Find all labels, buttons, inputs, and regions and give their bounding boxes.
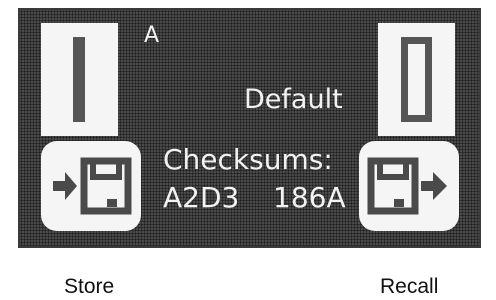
slot-digit-zero-glyph [401,37,432,122]
lcd-display: 1 A 0 Default Checksums: A2D3 186A [18,8,481,248]
default-slot-number-value: 0 [18,8,19,9]
slot-letter: A [144,23,160,48]
checksums-heading: Checksums: [163,143,333,176]
checksum-right-value: 186A [273,181,346,214]
current-slot-box [41,23,118,136]
recall-button-label[interactable]: Recall [380,275,438,299]
load-from-disk-icon [367,157,447,215]
checksum-left-value: A2D3 [163,181,240,214]
slot-digit-one-glyph [73,37,85,122]
recall-icon-button[interactable] [359,141,459,231]
store-icon-button[interactable] [41,141,141,231]
default-slot-box [378,23,455,136]
default-label: Default [244,84,343,115]
store-button-label[interactable]: Store [64,275,114,299]
save-to-disk-icon [53,157,132,215]
